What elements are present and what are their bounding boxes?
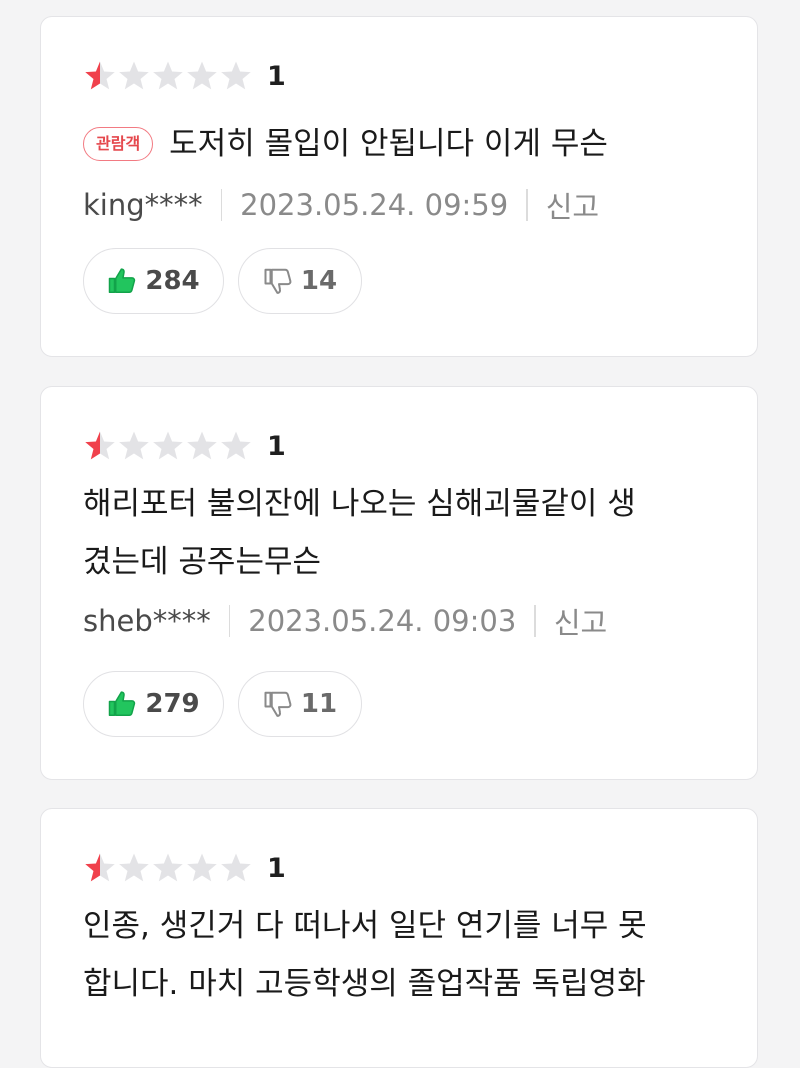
- star-icon: [221, 61, 251, 90]
- review-text: 합니다. 마치 고등학생의 졸업작품 독립영화: [83, 966, 646, 1002]
- like-button[interactable]: 279: [83, 671, 224, 737]
- username: sheb****: [83, 604, 211, 638]
- star-icon: [85, 431, 115, 460]
- report-link[interactable]: 신고: [554, 600, 607, 642]
- review-body: 인종, 생긴거 다 떠나서 일단 연기를 너무 못 합니다. 마치 고등학생의 …: [83, 897, 647, 1013]
- divider: [526, 189, 528, 221]
- star-icon: [187, 61, 217, 90]
- star-rating: [83, 59, 253, 93]
- like-count: 284: [145, 266, 200, 296]
- star-icon: [221, 853, 251, 882]
- divider: [220, 189, 223, 221]
- review-body: 해리포터 불의잔에 나오는 심해괴물같이 생 겼는데 공주는무슨: [83, 475, 636, 591]
- star-icon: [153, 61, 183, 90]
- rating-score: 1: [267, 430, 286, 462]
- like-count: 279: [145, 689, 200, 719]
- review-text: 도저히 몰입이 안됩니다 이게 무슨: [169, 126, 608, 162]
- dislike-button[interactable]: 11: [238, 671, 362, 737]
- review-list: 1 관람객 도저히 몰입이 안됩니다 이게 무슨 king**** 2023.0…: [0, 0, 800, 1068]
- review-card: 1 인종, 생긴거 다 떠나서 일단 연기를 너무 못 합니다. 마치 고등학생…: [40, 808, 758, 1068]
- star-icon: [85, 853, 115, 882]
- rating-score: 1: [267, 60, 286, 92]
- star-icon: [187, 853, 217, 882]
- rating-score: 1: [267, 852, 286, 884]
- review-meta: sheb**** 2023.05.24. 09:03 신고: [83, 600, 607, 642]
- star-icon: [119, 431, 149, 460]
- star-rating: [83, 851, 253, 885]
- star-icon: [153, 853, 183, 882]
- username: king****: [83, 188, 203, 222]
- thumbs-up-icon: [109, 268, 136, 293]
- dislike-button[interactable]: 14: [238, 248, 362, 314]
- rating: 1: [83, 851, 286, 885]
- rating: 1: [83, 429, 286, 463]
- star-icon: [119, 853, 149, 882]
- thumbs-up-icon: [109, 691, 136, 716]
- dislike-count: 11: [300, 689, 338, 719]
- star-icon: [85, 61, 115, 90]
- divider: [228, 605, 231, 637]
- review-line: 관람객 도저히 몰입이 안됩니다 이게 무슨: [83, 115, 608, 173]
- star-icon: [119, 61, 149, 90]
- thumbs-down-icon: [264, 268, 292, 294]
- star-icon: [221, 431, 251, 460]
- vote-buttons: 284 14: [83, 248, 376, 314]
- review-date: 2023.05.24. 09:03: [248, 604, 517, 638]
- thumbs-down-icon: [264, 691, 292, 717]
- star-icon: [153, 431, 183, 460]
- rating: 1: [83, 59, 286, 93]
- divider: [534, 605, 536, 637]
- vote-buttons: 279 11: [83, 671, 376, 737]
- report-link[interactable]: 신고: [546, 184, 599, 226]
- like-button[interactable]: 284: [83, 248, 224, 314]
- dislike-count: 14: [300, 266, 338, 296]
- review-card: 1 해리포터 불의잔에 나오는 심해괴물같이 생 겼는데 공주는무슨 sheb*…: [40, 386, 758, 780]
- review-text: 겼는데 공주는무슨: [83, 544, 322, 580]
- viewer-badge: 관람객: [83, 127, 154, 161]
- star-rating: [83, 429, 253, 463]
- review-text: 해리포터 불의잔에 나오는 심해괴물같이 생: [83, 486, 636, 522]
- review-meta: king**** 2023.05.24. 09:59 신고: [83, 184, 599, 226]
- review-card: 1 관람객 도저히 몰입이 안됩니다 이게 무슨 king**** 2023.0…: [40, 16, 758, 357]
- star-icon: [187, 431, 217, 460]
- review-text: 인종, 생긴거 다 떠나서 일단 연기를 너무 못: [83, 908, 647, 944]
- review-date: 2023.05.24. 09:59: [240, 188, 509, 222]
